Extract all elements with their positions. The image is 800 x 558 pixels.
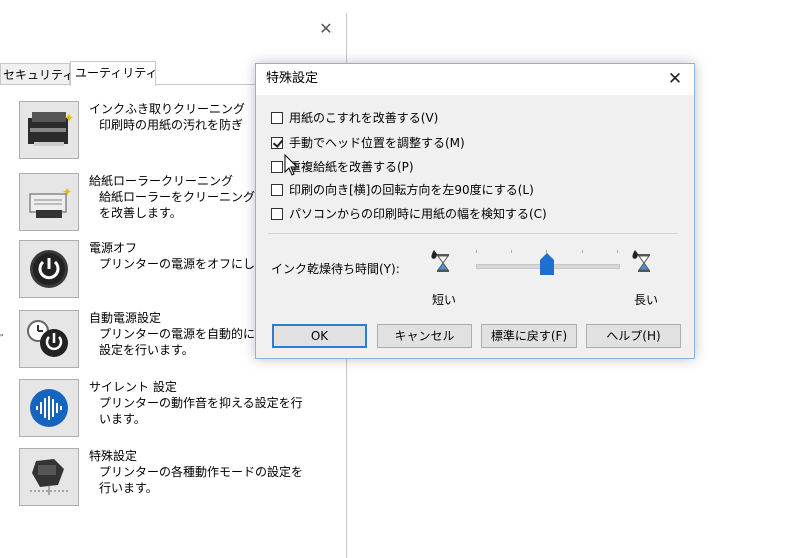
close-icon[interactable]: ✕ [666, 70, 684, 88]
svg-text:✦: ✦ [64, 111, 74, 125]
check-mark-icon [272, 137, 284, 148]
svg-text:✦: ✦ [62, 185, 72, 199]
checkbox-rotate-landscape[interactable] [271, 184, 283, 196]
section-divider [268, 233, 678, 234]
auto-power-button[interactable] [19, 310, 79, 368]
roller-cleaning-button[interactable]: ✦ [19, 173, 79, 231]
option-label: 用紙のこすれを改善する(V) [289, 111, 439, 125]
hourglass-short-icon [431, 250, 449, 272]
ink-wipe-cleaning-button[interactable]: ✦ [19, 101, 79, 159]
slider-tick [617, 250, 618, 253]
help-button[interactable]: ヘルプ(H) [586, 324, 681, 348]
reset-defaults-button[interactable]: 標準に戻す(F) [481, 324, 577, 348]
printer-cleaning-icon: ✦ [28, 111, 74, 146]
special-settings-dialog: 特殊設定 ✕ 用紙のこすれを改善する(V) 手動でヘッド位置を調整する(M) 重… [255, 63, 695, 359]
tab-utility[interactable]: ユーティリティ [70, 61, 158, 86]
utility-item-title: 給紙ローラークリーニング [89, 174, 234, 188]
dialog-title: 特殊設定 [266, 71, 319, 86]
side-glyph: ﾞ [0, 333, 7, 347]
checkbox-manual-head-alignment[interactable] [271, 137, 284, 149]
option-label: 手動でヘッド位置を調整する(M) [289, 136, 465, 150]
checkbox-detect-paper-width[interactable] [271, 208, 283, 220]
utility-item-title: サイレント 設定 [89, 380, 177, 394]
ink-dry-slider-thumb[interactable] [540, 253, 554, 275]
utility-item-title: インクふき取りクリーニング [89, 102, 246, 116]
utility-item-title: 自動電源設定 [89, 311, 162, 325]
auto-power-icon [27, 320, 68, 357]
option-label: 印刷の向き[横]の回転方向を左90度にする(L) [289, 183, 534, 197]
silent-mode-icon [30, 389, 68, 427]
silent-settings-button[interactable] [19, 379, 79, 437]
slider-min-label: 短い [432, 293, 457, 307]
special-settings-icon [30, 459, 68, 495]
checkbox-paper-abrasion[interactable] [271, 112, 283, 124]
tab-security-label: セキュリティ [3, 68, 75, 82]
mouse-pointer-icon [284, 154, 299, 176]
power-off-button[interactable] [19, 240, 79, 298]
tab-utility-label: ユーティリティ [75, 66, 158, 80]
utility-item-special-settings: 特殊設定 プリンターの各種動作モードの設定を 行います。 [19, 448, 349, 510]
utility-item-desc: プリンターの各種動作モードの設定を 行います。 [99, 465, 304, 495]
slider-tick [511, 250, 512, 253]
cancel-button[interactable]: キャンセル [377, 324, 472, 348]
utility-item-desc: プリンターの動作音を抑える設定を行 います。 [99, 396, 303, 426]
slider-tick [476, 250, 477, 253]
dialog-titlebar: 特殊設定 ✕ [256, 64, 694, 95]
utility-item-silent: サイレント 設定 プリンターの動作音を抑える設定を行 います。 [19, 379, 349, 441]
ink-dry-time-label: インク乾燥待ち時間(Y): [271, 262, 400, 276]
slider-max-label: 長い [634, 293, 659, 307]
option-label: パソコンからの印刷時に用紙の幅を検知する(C) [289, 207, 547, 221]
slider-tick [582, 250, 583, 253]
power-icon [30, 250, 68, 288]
feed-roller-icon: ✦ [29, 185, 72, 218]
checkbox-double-feed[interactable] [271, 161, 283, 173]
close-icon[interactable]: ✕ [318, 21, 334, 37]
special-settings-button[interactable] [19, 448, 79, 506]
hourglass-long-icon [632, 250, 650, 272]
option-label: 重複給紙を改善する(P) [289, 160, 414, 174]
ok-button[interactable]: OK [272, 324, 367, 348]
utility-item-title: 電源オフ [89, 241, 138, 255]
tab-security[interactable]: セキュリティ [0, 63, 74, 85]
utility-item-title: 特殊設定 [89, 449, 138, 463]
